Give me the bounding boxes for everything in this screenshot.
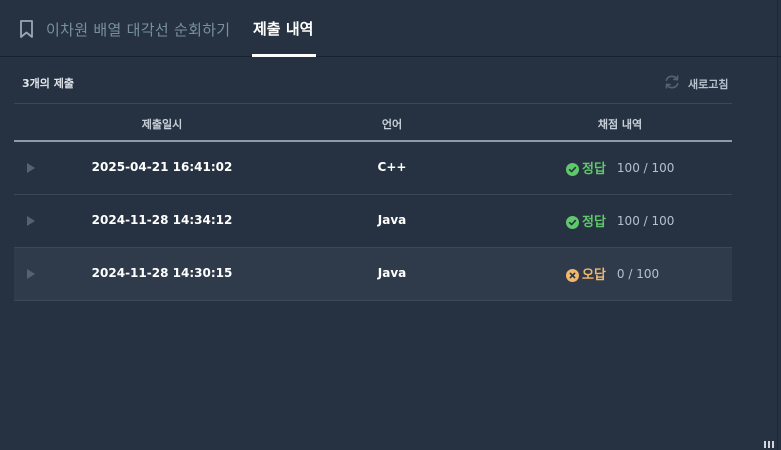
tab-submissions[interactable]: 제출 내역 — [252, 0, 316, 57]
header-result: 채점 내역 — [597, 118, 643, 131]
play-icon[interactable] — [27, 269, 35, 279]
tab-submissions-label: 제출 내역 — [253, 20, 314, 38]
submission-result: 정답 100 / 100 — [566, 211, 674, 230]
submission-date: 2024-11-28 14:30:15 — [91, 266, 233, 280]
grip-bar — [768, 441, 770, 448]
submission-result: 오답 0 / 100 — [566, 264, 659, 283]
tab-problem[interactable]: 이차원 배열 대각선 순회하기 — [16, 17, 230, 41]
table-header: 제출일시 언어 채점 내역 — [14, 104, 732, 142]
grip-bar — [764, 441, 766, 448]
refresh-button[interactable]: 새로고침 — [663, 73, 728, 95]
table-row[interactable]: 2024-11-28 14:34:12 Java 정답 100 / 100 — [14, 195, 732, 248]
refresh-icon — [663, 73, 681, 95]
refresh-label: 새로고침 — [688, 78, 729, 91]
header-date: 제출일시 — [141, 118, 183, 131]
submission-language: Java — [377, 213, 407, 227]
play-icon[interactable] — [27, 216, 35, 226]
problem-title: 이차원 배열 대각선 순회하기 — [46, 20, 231, 39]
check-circle-icon — [566, 161, 579, 176]
grip-bar — [772, 441, 774, 448]
submission-date: 2024-11-28 14:34:12 — [91, 213, 233, 227]
tab-bar: 이차원 배열 대각선 순회하기 제출 내역 — [0, 0, 781, 57]
submission-result: 정답 100 / 100 — [566, 158, 674, 177]
verdict-label: 정답 — [582, 215, 606, 230]
header-language: 언어 — [381, 118, 403, 131]
submission-date: 2025-04-21 16:41:02 — [91, 160, 233, 174]
bookmark-icon — [16, 18, 38, 40]
verdict-label: 정답 — [582, 162, 606, 177]
check-circle-icon — [566, 214, 579, 229]
active-tab-indicator — [252, 54, 316, 57]
panel-divider — [777, 0, 778, 450]
submission-count: 3개의 제출 — [22, 77, 74, 90]
x-circle-icon — [566, 267, 579, 282]
score: 0 / 100 — [616, 266, 660, 281]
submission-language: Java — [377, 266, 407, 280]
resize-grip-icon[interactable] — [764, 441, 774, 448]
verdict-label: 오답 — [582, 268, 606, 283]
table-row[interactable]: 2025-04-21 16:41:02 C++ 정답 100 / 100 — [14, 142, 732, 195]
submissions-table: 제출일시 언어 채점 내역 2025-04-21 16:41:02 C++ 정답… — [14, 103, 732, 301]
score: 100 / 100 — [616, 160, 675, 175]
play-icon[interactable] — [27, 163, 35, 173]
score: 100 / 100 — [616, 213, 675, 228]
submission-language: C++ — [377, 160, 407, 174]
table-row[interactable]: 2024-11-28 14:30:15 Java 오답 0 / 100 — [14, 248, 732, 301]
